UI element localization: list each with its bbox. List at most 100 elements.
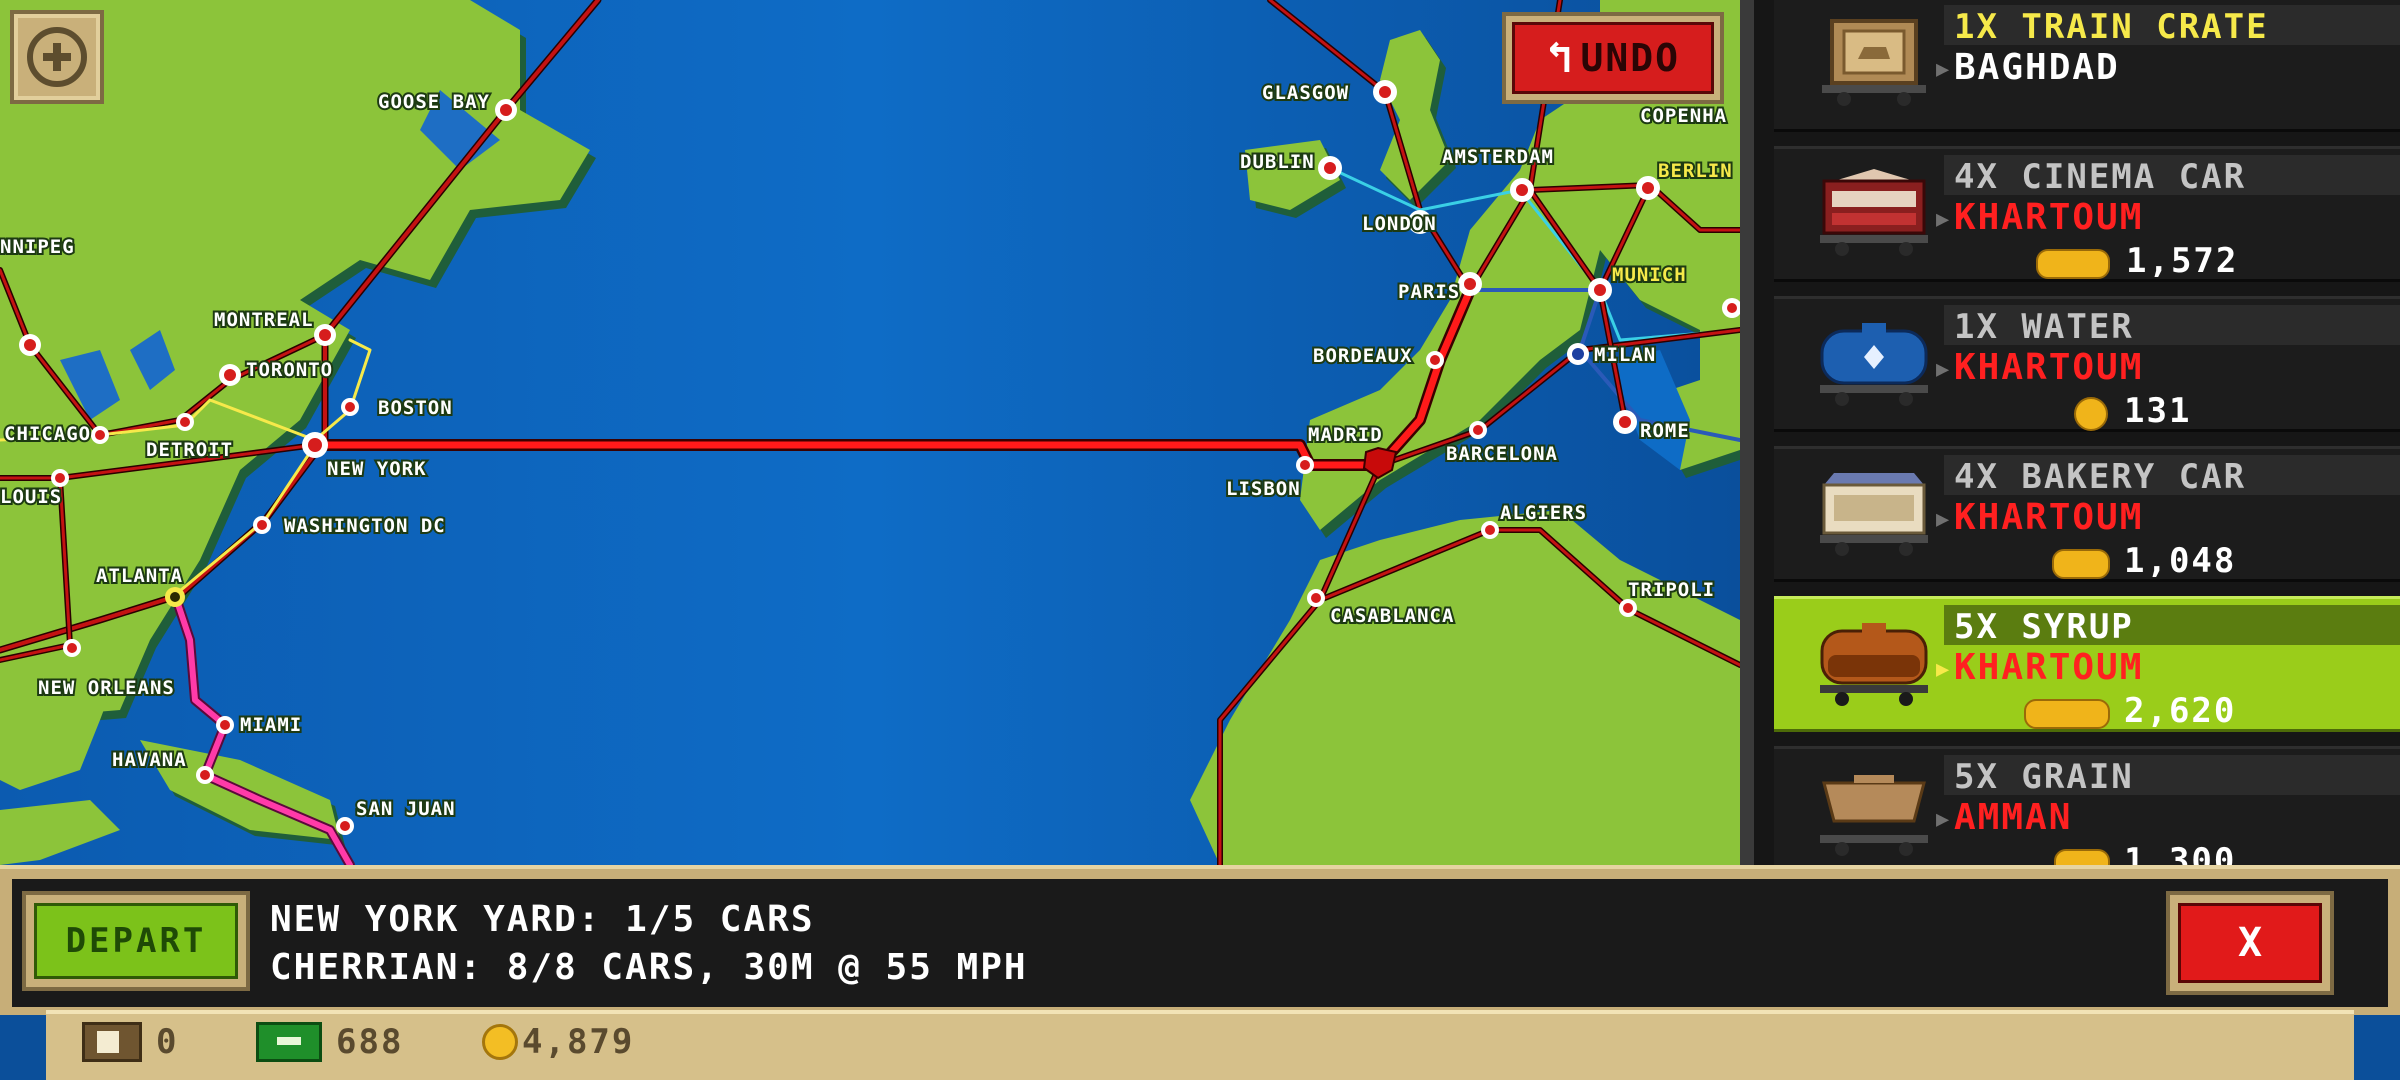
cinema-car-thumbnail: [1820, 169, 1928, 256]
depart-button[interactable]: DEPART: [22, 891, 250, 991]
city-label: BORDEAUX: [1313, 345, 1413, 367]
pointer-icon: ▶: [1936, 57, 1950, 82]
city-label: HAVANA: [112, 749, 187, 771]
station-marker: [219, 364, 241, 386]
coin-stack-icon: [2052, 549, 2110, 579]
city-label: ALGIERS: [1500, 502, 1587, 524]
car-list-item[interactable]: 5X GRAIN ▶ AMMAN 1,300: [1774, 746, 2400, 865]
city-label: PARIS: [1398, 281, 1460, 303]
depart-label: DEPART: [65, 921, 207, 961]
map-canvas[interactable]: GOOSE BAY NNIPEG MONTREAL TORONTO BOSTON…: [0, 0, 1740, 865]
city-label: TRIPOLI: [1628, 579, 1715, 601]
undo-arrow-icon: ↰: [1545, 32, 1573, 83]
cash-amount: 688: [336, 1022, 404, 1062]
coin-stack-icon: [2054, 849, 2110, 865]
city-label: MILAN: [1594, 344, 1656, 366]
station-marker: [495, 99, 517, 121]
city-label: BOSTON: [378, 397, 453, 419]
city-label: LISBON: [1226, 478, 1301, 500]
city-label: NEW YORK: [327, 458, 427, 480]
yard-status-text: NEW YORK YARD: 1/5 CARS: [270, 899, 815, 940]
car-title: 5X SYRUP: [1954, 607, 2134, 647]
crate-icon: [82, 1022, 142, 1062]
station-marker: [1567, 343, 1589, 365]
close-button[interactable]: X: [2166, 891, 2334, 995]
car-list-item[interactable]: 4X BAKERY CAR ▶ KHARTOUM 1,048: [1774, 446, 2400, 582]
station-marker: [302, 432, 328, 458]
car-list-panel[interactable]: 1X TRAIN CRATE ▶ BAGHDAD 4X CINEMA CAR ▶…: [1740, 0, 2400, 865]
station-marker: [1458, 272, 1482, 296]
undo-label: UNDO: [1580, 36, 1680, 80]
world-map[interactable]: GOOSE BAY NNIPEG MONTREAL TORONTO BOSTON…: [0, 0, 1740, 865]
car-list-item[interactable]: 1X WATER ▶ KHARTOUM 131: [1774, 296, 2400, 432]
zoom-in-button[interactable]: [10, 10, 104, 104]
cash-icon: [256, 1022, 322, 1062]
city-label: GLASGOW: [1262, 82, 1349, 104]
city-label: DUBLIN: [1240, 151, 1315, 173]
water-tanker-thumbnail: [1820, 323, 1928, 406]
city-label: CASABLANCA: [1330, 605, 1454, 627]
resource-bar: 0 688 4,879: [46, 1010, 2354, 1080]
car-destination: KHARTOUM: [1954, 197, 2144, 238]
coin-icon: [482, 1024, 518, 1060]
city-label: CHICAGO: [4, 423, 91, 445]
car-list-item-selected[interactable]: 5X SYRUP ▶ KHARTOUM 2,620: [1774, 596, 2400, 732]
city-label: ROME: [1640, 420, 1690, 442]
city-label: MONTREAL: [214, 309, 314, 331]
car-title: 1X WATER: [1954, 307, 2134, 347]
city-label: GOOSE BAY: [378, 91, 490, 113]
undo-button[interactable]: ↰ UNDO: [1502, 12, 1724, 104]
station-marker: [1426, 351, 1444, 369]
car-destination: KHARTOUM: [1954, 647, 2144, 688]
city-label: MADRID: [1308, 424, 1383, 446]
car-list-item[interactable]: 4X CINEMA CAR ▶ KHARTOUM 1,572: [1774, 146, 2400, 282]
station-marker: [1510, 178, 1534, 202]
city-label: COPENHA: [1640, 105, 1727, 127]
station-marker: [196, 766, 214, 784]
station-marker: [341, 398, 359, 416]
cash-counter: 688: [256, 1022, 403, 1062]
city-label: NEW ORLEANS: [38, 677, 175, 699]
car-title: 1X TRAIN CRATE: [1954, 7, 2269, 47]
station-marker: [1307, 589, 1325, 607]
station-marker: [216, 716, 234, 734]
syrup-tanker-thumbnail: [1820, 623, 1928, 706]
car-list-item[interactable]: 1X TRAIN CRATE ▶ BAGHDAD: [1774, 0, 2400, 132]
city-label: MUNICH: [1612, 264, 1687, 286]
train-crate-thumbnail: [1822, 19, 1926, 106]
station-marker: [1613, 410, 1637, 434]
station-marker: [1373, 80, 1397, 104]
plus-icon: [27, 27, 87, 87]
city-label: ATLANTA: [96, 565, 183, 587]
city-label: NNIPEG: [0, 236, 75, 258]
car-price: 1,300: [2124, 841, 2237, 865]
grain-hopper-thumbnail: [1820, 775, 1928, 856]
station-marker: [314, 324, 336, 346]
city-label: LONDON: [1362, 213, 1437, 235]
coin-stack-icon: [2036, 249, 2110, 279]
station-marker: [176, 413, 194, 431]
city-label: DETROIT: [146, 439, 233, 461]
car-title: 4X CINEMA CAR: [1954, 157, 2247, 197]
pointer-icon: ▶: [1936, 207, 1950, 232]
city-label: TORONTO: [246, 359, 333, 381]
coin-stack-icon: [2024, 699, 2110, 729]
crate-count: 0: [156, 1022, 179, 1062]
car-destination: AMMAN: [1954, 797, 2073, 838]
station-marker: [336, 817, 354, 835]
station-marker: [1469, 421, 1487, 439]
station-marker: [1481, 521, 1499, 539]
station-marker: [1588, 278, 1612, 302]
station-marker: [165, 587, 185, 607]
close-icon: X: [2178, 903, 2322, 983]
pointer-icon: ▶: [1936, 507, 1950, 532]
car-price: 1,048: [2124, 541, 2237, 581]
status-bar: DEPART NEW YORK YARD: 1/5 CARS CHERRIAN:…: [0, 865, 2400, 1015]
station-marker: [63, 639, 81, 657]
car-destination: BAGHDAD: [1954, 47, 2120, 88]
station-marker: [51, 469, 69, 487]
pointer-icon: ▶: [1936, 357, 1950, 382]
car-destination: KHARTOUM: [1954, 497, 2144, 538]
city-label: MIAMI: [240, 714, 302, 736]
coin-amount: 4,879: [522, 1022, 635, 1062]
